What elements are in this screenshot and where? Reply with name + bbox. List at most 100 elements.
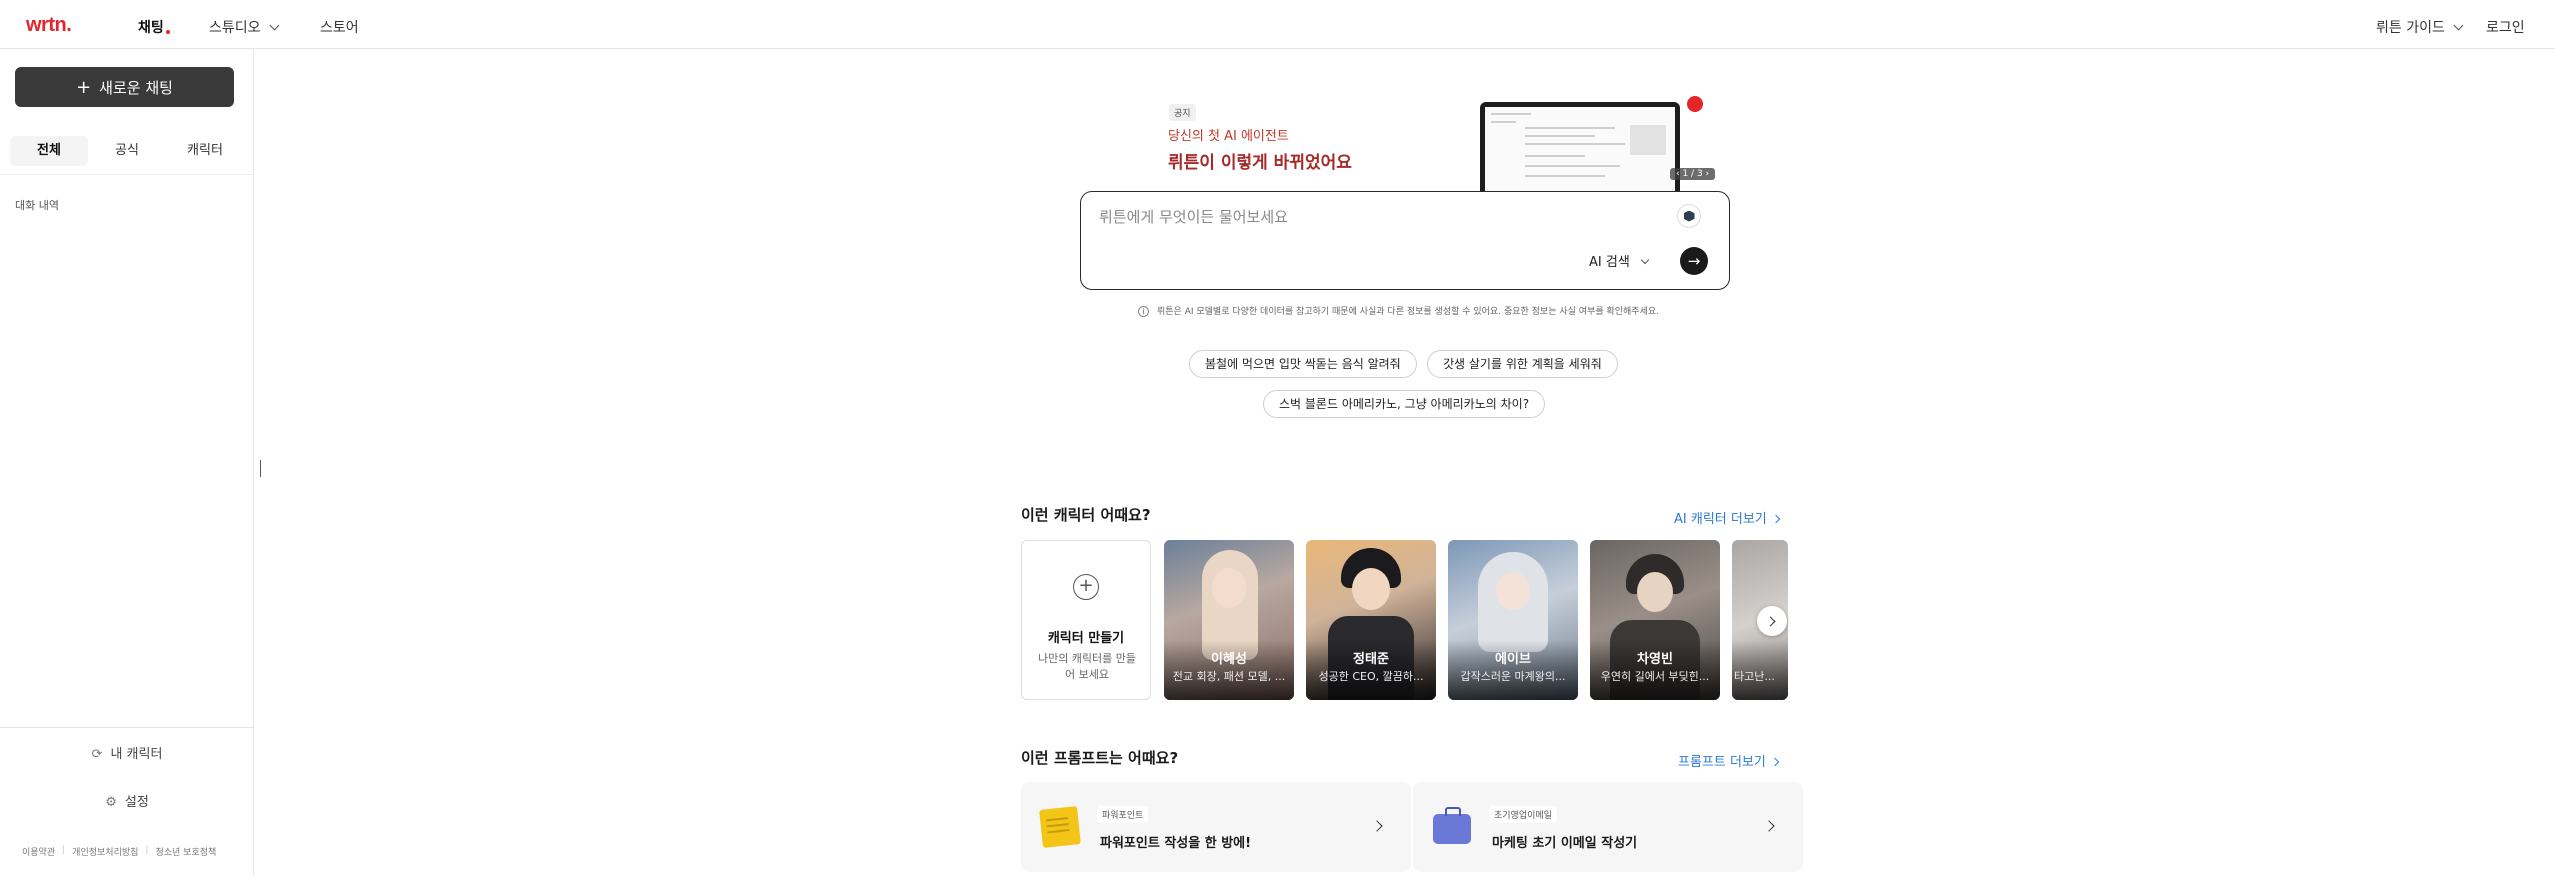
tab-all[interactable]: 전체 [10, 136, 88, 166]
prompt-title: 파워포인트 작성을 한 방에! [1100, 836, 1252, 851]
nav-chat[interactable]: 채팅 [138, 17, 170, 37]
sidebar-footer: 이용약관 | 개인정보처리방침 | 청소년 보호정책 [22, 845, 216, 858]
screen-line [1491, 121, 1516, 123]
divider [0, 727, 254, 728]
info-icon: i [1138, 306, 1149, 317]
active-dot-icon [165, 30, 170, 34]
send-button[interactable]: → [1680, 247, 1708, 275]
character-desc: 타고난... [1734, 670, 1775, 683]
prompt-category: 파워포인트 [1097, 806, 1149, 823]
character-name: 에이브 [1495, 652, 1531, 667]
suggestion-chip[interactable]: 봄철에 먹으면 입맛 싹돋는 음식 알려줘 [1189, 350, 1417, 378]
banner-screen [1485, 107, 1675, 197]
create-character-title: 캐릭터 만들기 [1047, 631, 1125, 646]
banner-record-dot [1687, 96, 1703, 112]
ai-search-label: AI 검색 [1589, 255, 1630, 270]
login-link[interactable]: 로그인 [2486, 17, 2525, 37]
notice-badge: 공지 [1169, 104, 1196, 121]
suggestion-chip[interactable]: 스벅 블론드 아메리카노, 그냥 아메리카노의 차이? [1263, 390, 1546, 418]
guide-dropdown[interactable]: 뤼튼 가이드 [2376, 17, 2464, 37]
prompt-card[interactable]: 파워포인트 파워포인트 작성을 한 방에! [1021, 782, 1411, 872]
chevron-down-icon [269, 20, 279, 31]
notepad-icon [1039, 806, 1081, 848]
my-characters-button[interactable]: ⟳ 내 캐릭터 [0, 743, 254, 762]
banner-laptop-image [1480, 102, 1680, 197]
prompt-category: 초기영업이메일 [1489, 806, 1557, 823]
suggestion-chip[interactable]: 갓생 살기를 위한 계획을 세워줘 [1427, 350, 1618, 378]
settings-label: 설정 [124, 795, 149, 810]
nav-store[interactable]: 스토어 [320, 17, 359, 37]
character-card[interactable]: 정태준 성공한 CEO, 깔끔하... [1306, 540, 1436, 700]
sidebar: + 새로운 채팅 전체 공식 캐릭터 대화 내역 ⟳ 내 캐릭터 ⚙ 설정 이용약관… [0, 49, 254, 876]
notice-banner[interactable]: 공지 당신의 첫 AI 에이전트 뤼튼이 이렇게 바뀌었어요 ‹ 1 / 3 › [1165, 96, 1720, 197]
more-prompts-link[interactable]: 프롬프트 더보기 [1678, 751, 1780, 770]
settings-button[interactable]: ⚙ 설정 [0, 791, 254, 810]
screen-line [1525, 165, 1620, 167]
character-face [1212, 568, 1246, 608]
gear-icon: ⚙ [105, 795, 117, 810]
prompt-title: 마케팅 초기 이메일 작성기 [1492, 836, 1638, 851]
create-character-desc: 나만의 캐릭터를 만들어 보세요 [1037, 652, 1137, 681]
banner-pager[interactable]: ‹ 1 / 3 › [1670, 168, 1716, 180]
character-desc: 우연히 길에서 부딪힌... [1600, 670, 1710, 683]
chevron-down-icon [1640, 255, 1650, 265]
plus-circle-icon: + [1073, 574, 1099, 600]
create-character-card[interactable]: + 캐릭터 만들기 나만의 캐릭터를 만들어 보세요 [1021, 540, 1151, 700]
disclaimer-text: 뤼튼은 AI 모델별로 다양한 데이터를 참고하기 때문에 사실과 다른 정보를… [1157, 307, 1660, 317]
refresh-icon: ⟳ [91, 747, 103, 762]
hexagon-icon [1683, 210, 1695, 222]
chevron-right-icon [1771, 514, 1781, 524]
history-label: 대화 내역 [15, 199, 59, 212]
model-selector-icon[interactable] [1677, 204, 1701, 228]
screen-block [1630, 125, 1666, 155]
prompt-card[interactable]: 초기영업이메일 마케팅 초기 이메일 작성기 [1413, 782, 1803, 872]
chevron-down-icon [2453, 20, 2464, 31]
more-characters-label: AI 캐릭터 더보기 [1674, 512, 1767, 527]
nav-studio-dropdown[interactable]: 스튜디오 [209, 17, 279, 37]
guide-label: 뤼튼 가이드 [2376, 20, 2445, 36]
my-characters-label: 내 캐릭터 [110, 747, 163, 762]
nav-studio-label: 스튜디오 [209, 20, 261, 36]
character-name: 차영빈 [1637, 652, 1673, 667]
prompts-section-title: 이런 프롬프트는 어때요? [1021, 749, 1179, 767]
character-card[interactable]: 에이브 갑작스러운 마계왕의... [1448, 540, 1578, 700]
character-name: 이혜성 [1211, 652, 1247, 667]
screen-line [1525, 143, 1625, 145]
terms-link[interactable]: 이용약관 [22, 845, 55, 858]
briefcase-icon [1433, 807, 1471, 844]
character-desc: 성공한 CEO, 깔끔하... [1318, 670, 1424, 683]
youth-policy-link[interactable]: 청소년 보호정책 [155, 845, 216, 858]
privacy-link[interactable]: 개인정보처리방침 [72, 845, 138, 858]
wrtn-logo[interactable]: wrtn. [26, 14, 72, 37]
chevron-right-icon [1765, 616, 1776, 626]
ai-search-dropdown[interactable]: AI 검색 [1589, 251, 1650, 270]
chevron-right-icon [1763, 820, 1775, 832]
banner-title: 뤼튼이 이렇게 바뀌었어요 [1168, 153, 1352, 173]
arrow-right-icon: → [1687, 252, 1701, 270]
screen-line [1491, 113, 1531, 115]
more-prompts-label: 프롬프트 더보기 [1678, 755, 1766, 770]
character-name: 정태준 [1353, 652, 1389, 667]
character-desc: 전교 회장, 패션 모델, ... [1172, 670, 1286, 683]
search-input[interactable] [1099, 208, 1639, 226]
plus-icon: + [76, 76, 92, 98]
character-face [1637, 572, 1673, 612]
character-desc: 갑작스러운 마계왕의... [1460, 670, 1566, 683]
nav-chat-label: 채팅 [138, 20, 164, 36]
new-chat-label: 새로운 채팅 [99, 78, 173, 97]
top-navigation: wrtn. 채팅 스튜디오 스토어 뤼튼 가이드 로그인 [0, 0, 2555, 49]
new-chat-button[interactable]: + 새로운 채팅 [15, 67, 234, 107]
chevron-right-icon [1770, 757, 1780, 767]
character-card[interactable]: 이혜성 전교 회장, 패션 모델, ... [1164, 540, 1294, 700]
carousel-next-button[interactable] [1757, 606, 1787, 636]
tab-official[interactable]: 공식 [88, 136, 166, 166]
screen-line [1525, 175, 1605, 177]
ai-disclaimer: i 뤼튼은 AI 모델별로 다양한 데이터를 참고하기 때문에 사실과 다른 정보… [1138, 304, 1659, 317]
character-card[interactable]: 차영빈 우연히 길에서 부딪힌... [1590, 540, 1720, 700]
tab-character[interactable]: 캐릭터 [166, 136, 244, 166]
character-face [1496, 572, 1530, 610]
more-characters-link[interactable]: AI 캐릭터 더보기 [1674, 508, 1781, 527]
resize-handle[interactable] [260, 460, 261, 477]
search-box: AI 검색 → [1080, 191, 1730, 290]
divider [0, 174, 254, 175]
